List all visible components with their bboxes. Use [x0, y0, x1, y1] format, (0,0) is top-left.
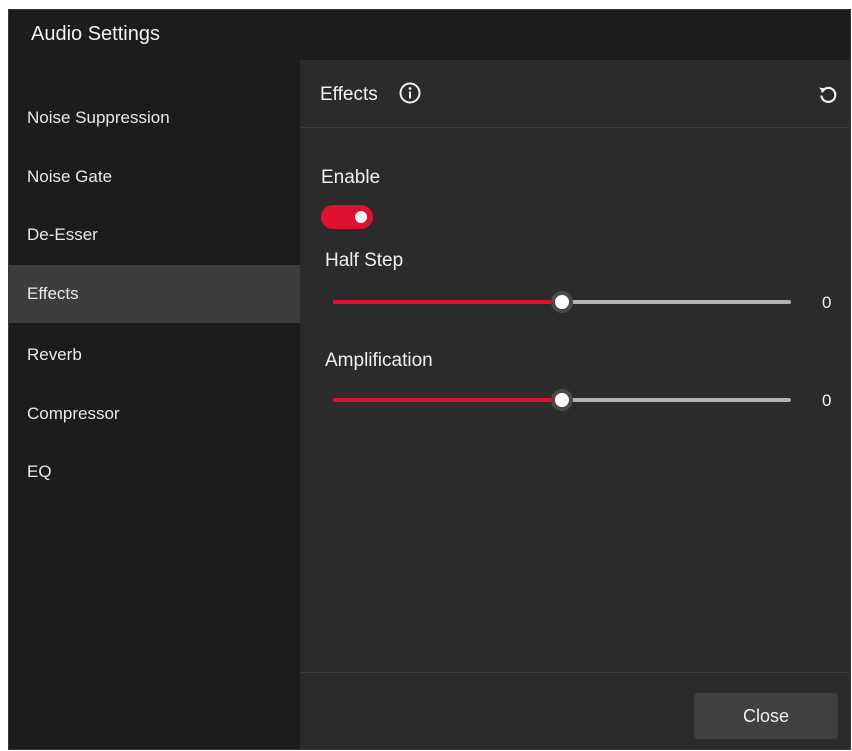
enable-label: Enable: [321, 167, 381, 188]
info-icon[interactable]: [398, 81, 422, 105]
reset-icon[interactable]: [816, 82, 840, 106]
sidebar-item-eq[interactable]: EQ: [9, 443, 300, 501]
close-button[interactable]: Close: [694, 693, 838, 739]
sidebar-item-de-esser[interactable]: De-Esser: [9, 206, 300, 264]
sidebar-item-compressor[interactable]: Compressor: [9, 385, 300, 443]
slider-fill: [333, 300, 562, 304]
half-step-slider[interactable]: [333, 291, 791, 313]
slider-fill: [333, 398, 562, 402]
sidebar-item-reverb[interactable]: Reverb: [9, 326, 300, 384]
panel-title: Effects: [320, 84, 378, 105]
sidebar-item-effects[interactable]: Effects: [9, 265, 300, 323]
amplification-value: 0: [822, 391, 832, 410]
half-step-label: Half Step: [325, 250, 404, 271]
amplification-slider[interactable]: [333, 389, 791, 411]
toggle-knob: [355, 211, 367, 223]
effects-panel: Effects Enable Half Step 0 Amplification: [300, 60, 850, 749]
sidebar: Noise Suppression Noise Gate De-Esser Ef…: [9, 60, 301, 749]
panel-footer: Close: [300, 672, 850, 749]
title-bar: Audio Settings: [9, 10, 850, 61]
amplification-label: Amplification: [325, 350, 433, 371]
slider-thumb[interactable]: [551, 389, 573, 411]
sidebar-item-noise-gate[interactable]: Noise Gate: [9, 148, 300, 206]
enable-toggle[interactable]: [321, 205, 373, 229]
audio-settings-window: Audio Settings Noise Suppression Noise G…: [8, 9, 851, 750]
panel-header: Effects: [300, 60, 850, 128]
half-step-value: 0: [822, 293, 832, 312]
window-title: Audio Settings: [31, 23, 160, 45]
slider-thumb[interactable]: [551, 291, 573, 313]
sidebar-item-noise-suppression[interactable]: Noise Suppression: [9, 89, 300, 147]
